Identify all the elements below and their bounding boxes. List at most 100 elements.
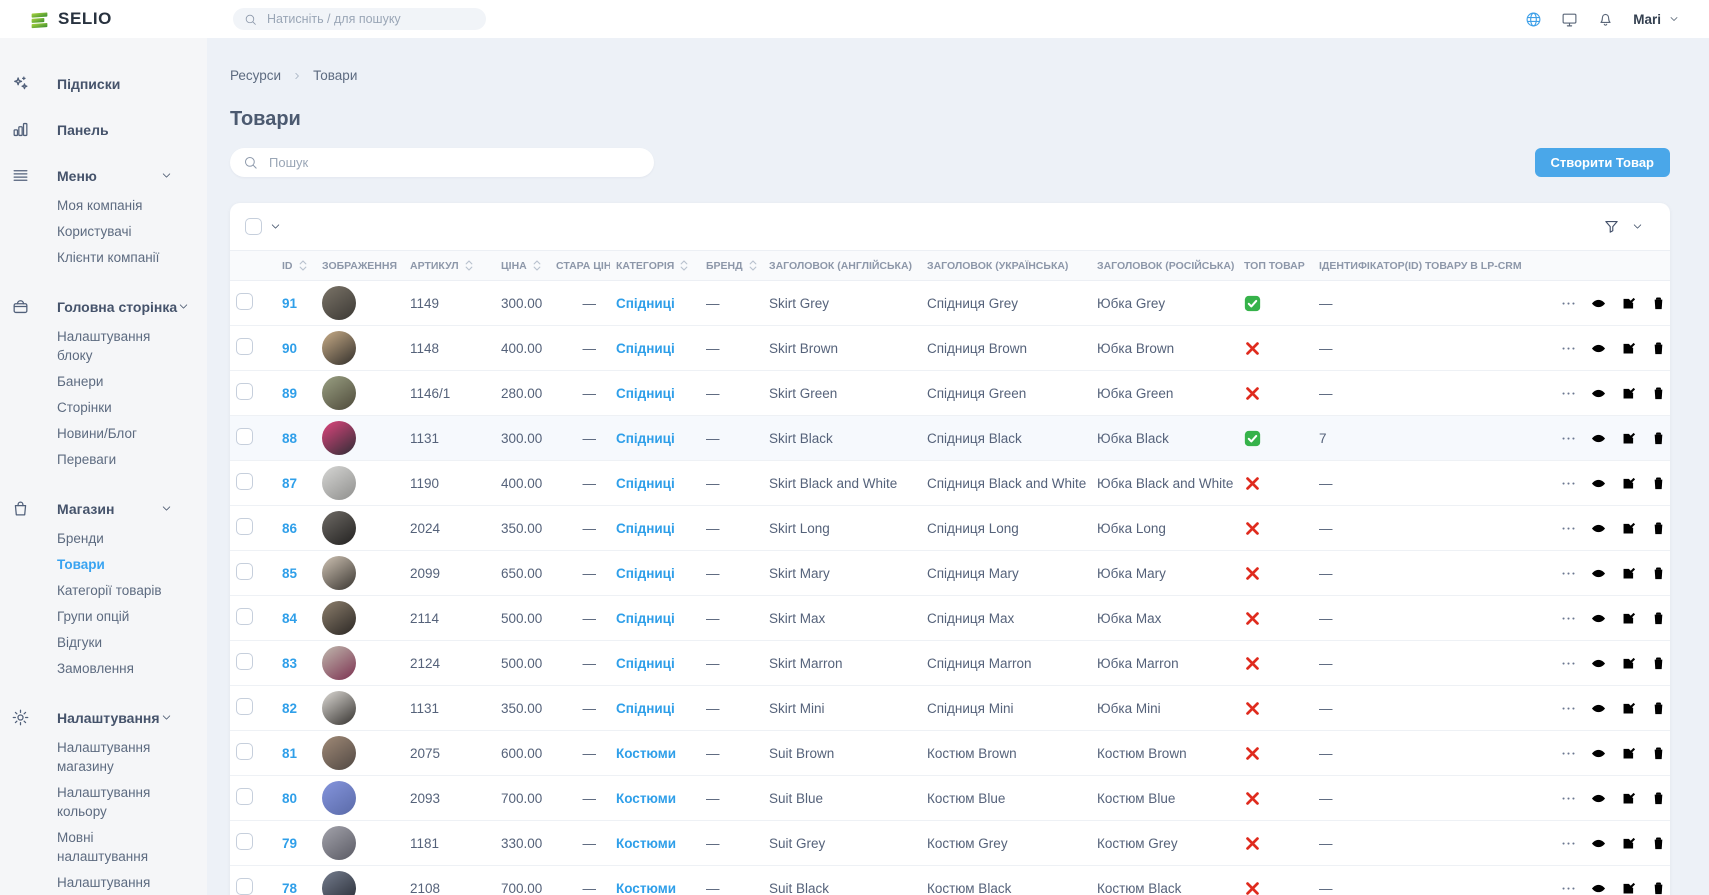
more-actions-button[interactable] [1560,745,1577,762]
delete-button[interactable] [1650,565,1667,582]
sidebar-subitem[interactable]: Мовні налаштування [57,824,179,869]
monitor-icon[interactable] [1561,11,1578,28]
globe-icon[interactable] [1525,11,1542,28]
edit-button[interactable] [1620,610,1637,627]
delete-button[interactable] [1650,475,1667,492]
more-actions-button[interactable] [1560,520,1577,537]
delete-button[interactable] [1650,520,1667,537]
delete-button[interactable] [1650,340,1667,357]
row-checkbox[interactable] [236,563,253,580]
edit-button[interactable] [1620,340,1637,357]
delete-button[interactable] [1650,880,1667,895]
sidebar-subitem[interactable]: Банери [57,368,179,394]
selio-logo[interactable]: SELIO [0,9,207,30]
product-id-link[interactable]: 78 [282,881,297,895]
select-all-checkbox[interactable] [245,218,262,235]
edit-button[interactable] [1620,475,1637,492]
sidebar-subitem[interactable]: Користувачі [57,218,179,244]
delete-button[interactable] [1650,295,1667,312]
table-search-input[interactable] [267,154,641,171]
sidebar-subitem[interactable]: Бренди [57,525,179,551]
sidebar-subitem[interactable]: Переваги [57,446,179,472]
edit-button[interactable] [1620,430,1637,447]
delete-button[interactable] [1650,745,1667,762]
row-checkbox[interactable] [236,293,253,310]
product-id-link[interactable]: 91 [282,296,297,311]
sidebar-subitem[interactable]: Замовлення [57,655,179,681]
column-header[interactable]: БРЕНД [700,251,763,281]
bell-icon[interactable] [1597,11,1614,28]
view-button[interactable] [1590,835,1607,852]
sidebar-subitem[interactable]: Товари [57,551,179,577]
category-link[interactable]: Спідниці [616,521,675,536]
row-checkbox[interactable] [236,788,253,805]
chevron-down-icon[interactable] [1631,220,1644,233]
product-image[interactable] [322,376,356,410]
product-image[interactable] [322,466,356,500]
delete-button[interactable] [1650,835,1667,852]
more-actions-button[interactable] [1560,475,1577,492]
delete-button[interactable] [1650,610,1667,627]
product-id-link[interactable]: 81 [282,746,297,761]
chevron-down-icon[interactable] [269,220,282,233]
product-id-link[interactable]: 89 [282,386,297,401]
category-link[interactable]: Спідниці [616,431,675,446]
delete-button[interactable] [1650,700,1667,717]
more-actions-button[interactable] [1560,700,1577,717]
edit-button[interactable] [1620,565,1637,582]
view-button[interactable] [1590,790,1607,807]
category-link[interactable]: Спідниці [616,476,675,491]
view-button[interactable] [1590,430,1607,447]
category-link[interactable]: Костюми [616,791,676,806]
sidebar-item[interactable]: Меню [0,166,207,185]
more-actions-button[interactable] [1560,835,1577,852]
edit-button[interactable] [1620,385,1637,402]
more-actions-button[interactable] [1560,295,1577,312]
edit-button[interactable] [1620,655,1637,672]
create-product-button[interactable]: Створити Товар [1535,148,1670,177]
more-actions-button[interactable] [1560,790,1577,807]
user-menu[interactable]: Mari [1633,12,1680,27]
view-button[interactable] [1590,340,1607,357]
view-button[interactable] [1590,610,1607,627]
product-image[interactable] [322,511,356,545]
row-checkbox[interactable] [236,698,253,715]
sidebar-subitem[interactable]: Групи опцій [57,603,179,629]
category-link[interactable]: Костюми [616,836,676,851]
product-id-link[interactable]: 83 [282,656,297,671]
more-actions-button[interactable] [1560,610,1577,627]
product-id-link[interactable]: 80 [282,791,297,806]
row-checkbox[interactable] [236,878,253,895]
sidebar-item[interactable]: Головна сторінка [0,297,207,316]
column-header[interactable]: КАТЕГОРІЯ [610,251,700,281]
edit-button[interactable] [1620,295,1637,312]
more-actions-button[interactable] [1560,340,1577,357]
sidebar-subitem[interactable]: Категорії товарів [57,577,179,603]
row-checkbox[interactable] [236,428,253,445]
product-id-link[interactable]: 85 [282,566,297,581]
product-image[interactable] [322,286,356,320]
view-button[interactable] [1590,295,1607,312]
view-button[interactable] [1590,475,1607,492]
column-header[interactable]: ID [276,251,316,281]
edit-button[interactable] [1620,700,1637,717]
product-image[interactable] [322,736,356,770]
product-image[interactable] [322,331,356,365]
more-actions-button[interactable] [1560,385,1577,402]
more-actions-button[interactable] [1560,655,1577,672]
row-checkbox[interactable] [236,833,253,850]
view-button[interactable] [1590,745,1607,762]
product-id-link[interactable]: 82 [282,701,297,716]
delete-button[interactable] [1650,655,1667,672]
category-link[interactable]: Спідниці [616,611,675,626]
product-image[interactable] [322,781,356,815]
product-id-link[interactable]: 87 [282,476,297,491]
global-search-input[interactable] [265,11,475,27]
row-checkbox[interactable] [236,653,253,670]
edit-button[interactable] [1620,880,1637,895]
more-actions-button[interactable] [1560,430,1577,447]
product-image[interactable] [322,871,356,895]
row-checkbox[interactable] [236,608,253,625]
product-id-link[interactable]: 79 [282,836,297,851]
sidebar-item[interactable]: Панель [0,120,207,139]
